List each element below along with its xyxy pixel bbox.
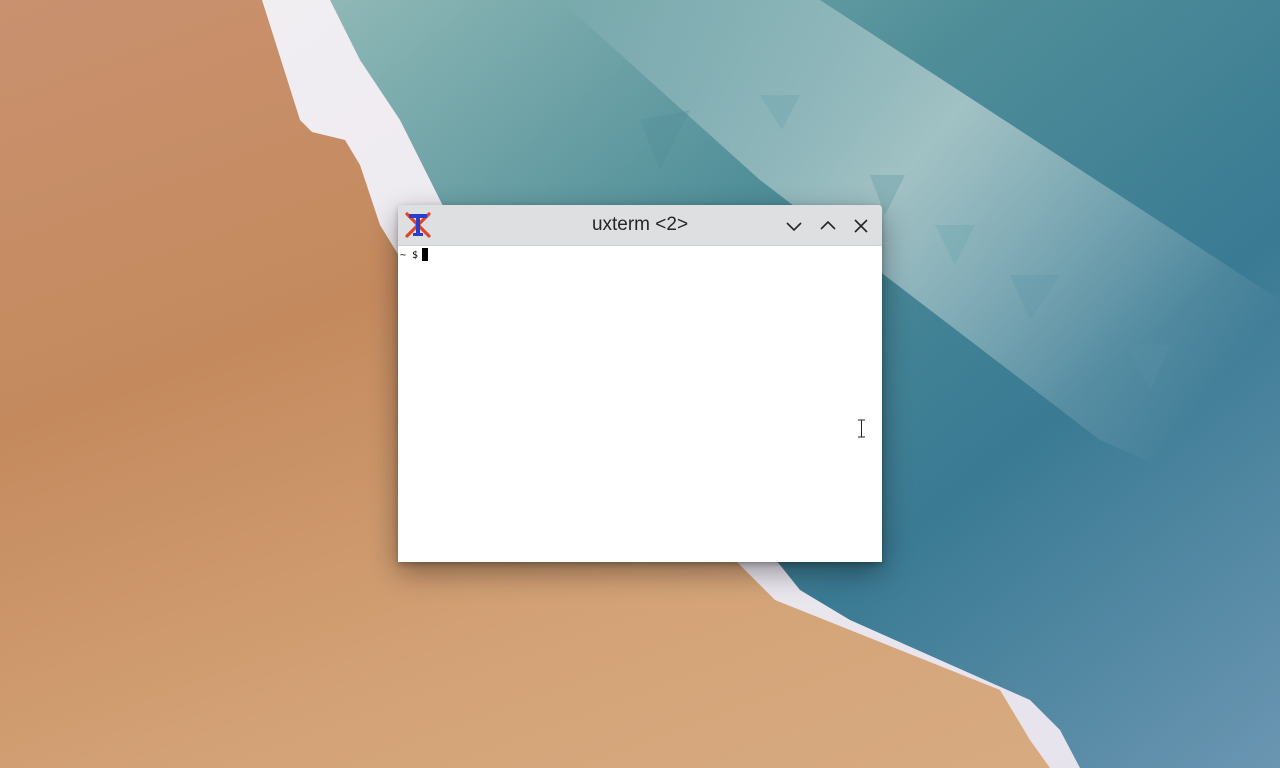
prompt-line: ~ $ — [400, 248, 429, 263]
terminal-area[interactable]: ~ $ — [398, 246, 882, 562]
maximize-button[interactable] — [817, 215, 839, 237]
terminal-window: uxterm <2> ~ $ — [398, 205, 882, 562]
text-cursor — [422, 248, 429, 261]
minimize-button[interactable] — [783, 215, 805, 237]
window-titlebar[interactable]: uxterm <2> — [398, 205, 882, 246]
chevron-down-icon — [786, 222, 802, 232]
close-button[interactable] — [850, 215, 872, 237]
xterm-icon[interactable] — [404, 211, 432, 239]
window-title: uxterm <2> — [591, 214, 689, 235]
chevron-up-icon — [820, 220, 836, 230]
close-icon — [854, 219, 868, 233]
ibeam-cursor-icon — [858, 419, 865, 438]
shell-prompt: ~ $ — [400, 250, 419, 261]
